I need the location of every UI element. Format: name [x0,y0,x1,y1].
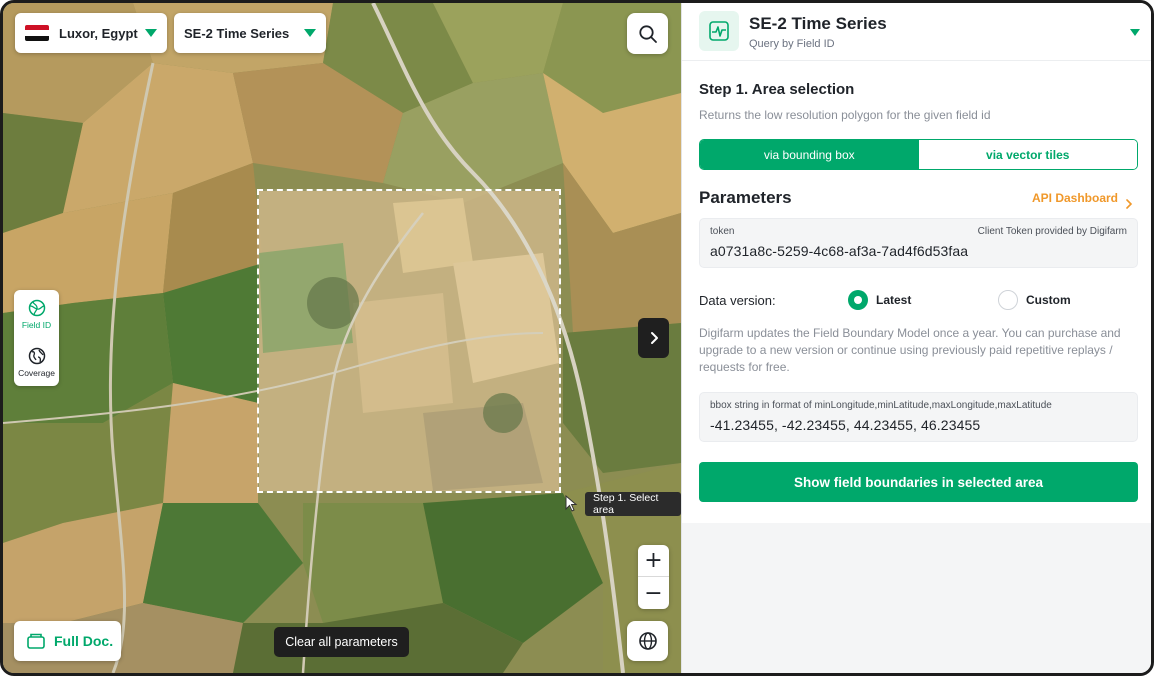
show-field-boundaries-button[interactable]: Show field boundaries in selected area [699,462,1138,502]
zoom-in-button[interactable]: + [638,545,669,577]
bbox-label: bbox string in format of minLongitude,mi… [710,400,1052,411]
radio-latest[interactable]: Latest [848,290,911,310]
chevron-down-icon [145,29,157,37]
field-id-icon [28,299,45,316]
data-version-description: Digifarm updates the Field Boundary Mode… [699,326,1121,374]
documentation-icon [27,633,45,649]
search-icon [638,24,657,43]
map-search-button[interactable] [627,13,668,54]
dataset-select-value: SE-2 Time Series [184,25,290,41]
panel-subtitle: Query by Field ID [749,38,835,50]
step-description: Returns the low resolution polygon for t… [699,108,991,122]
dataset-select[interactable]: SE-2 Time Series [174,13,326,53]
tool-coverage-label: Coverage [18,367,55,378]
egypt-flag-icon [25,25,49,41]
radio-custom[interactable]: Custom [998,290,1071,310]
coverage-icon [28,347,45,364]
cursor-icon [565,495,578,512]
location-select-value: Luxor, Egypt [59,25,138,41]
query-panel: SE-2 Time Series Query by Field ID Step … [681,3,1151,673]
radio-unchecked-icon [998,290,1018,310]
data-version-label: Data version: [699,293,776,308]
satellite-map[interactable]: Luxor, Egypt SE-2 Time Series Field ID C… [3,3,681,673]
bbox-field[interactable]: bbox string in format of minLongitude,mi… [699,392,1138,442]
mode-bounding-box-tab[interactable]: via bounding box [700,140,919,169]
token-label: token [710,226,735,237]
query-panel-content: SE-2 Time Series Query by Field ID Step … [682,3,1151,523]
bbox-value[interactable]: -41.23455, -42.23455, 44.23455, 46.23455 [710,417,980,433]
selection-mode-toggle: via bounding box via vector tiles [699,139,1138,170]
token-value[interactable]: a0731a8c-5259-4c68-af3a-7ad4f6d53faa [710,243,968,259]
radio-custom-label: Custom [1026,293,1071,307]
zoom-controls: + − [638,545,669,609]
radio-checked-icon [848,290,868,310]
app-window: Luxor, Egypt SE-2 Time Series Field ID C… [0,0,1154,676]
full-doc-label: Full Doc. [54,633,114,649]
api-dashboard-link[interactable]: API Dashboard [1032,191,1118,205]
chevron-right-icon [650,332,658,344]
token-hint: Client Token provided by Digifarm [977,226,1127,237]
zoom-out-button[interactable]: − [638,577,669,609]
time-series-icon [699,11,739,51]
full-doc-button[interactable]: Full Doc. [14,621,121,661]
step-title: Step 1. Area selection [699,81,855,98]
chevron-down-icon [304,29,316,37]
tool-field-id[interactable]: Field ID [14,290,59,338]
clear-parameters-button[interactable]: Clear all parameters [274,627,409,657]
token-field[interactable]: token Client Token provided by Digifarm … [699,218,1138,268]
parameters-heading: Parameters [699,188,792,207]
panel-header[interactable]: SE-2 Time Series Query by Field ID [682,3,1151,61]
tool-coverage[interactable]: Coverage [14,338,59,386]
tool-field-id-label: Field ID [21,319,52,330]
mode-vector-tiles-tab[interactable]: via vector tiles [918,140,1137,169]
panel-title: SE-2 Time Series [749,14,887,33]
chevron-right-icon[interactable] [1125,199,1133,209]
expand-panel-button[interactable] [638,318,669,358]
map-tools: Field ID Coverage [14,290,59,386]
radio-latest-label: Latest [876,293,912,307]
selection-box[interactable] [257,189,561,493]
globe-icon [638,632,657,650]
location-select[interactable]: Luxor, Egypt [15,13,167,53]
select-area-tooltip: Step 1. Select area [585,492,681,516]
chevron-down-icon[interactable] [1130,29,1140,36]
basemap-button[interactable] [627,621,668,661]
